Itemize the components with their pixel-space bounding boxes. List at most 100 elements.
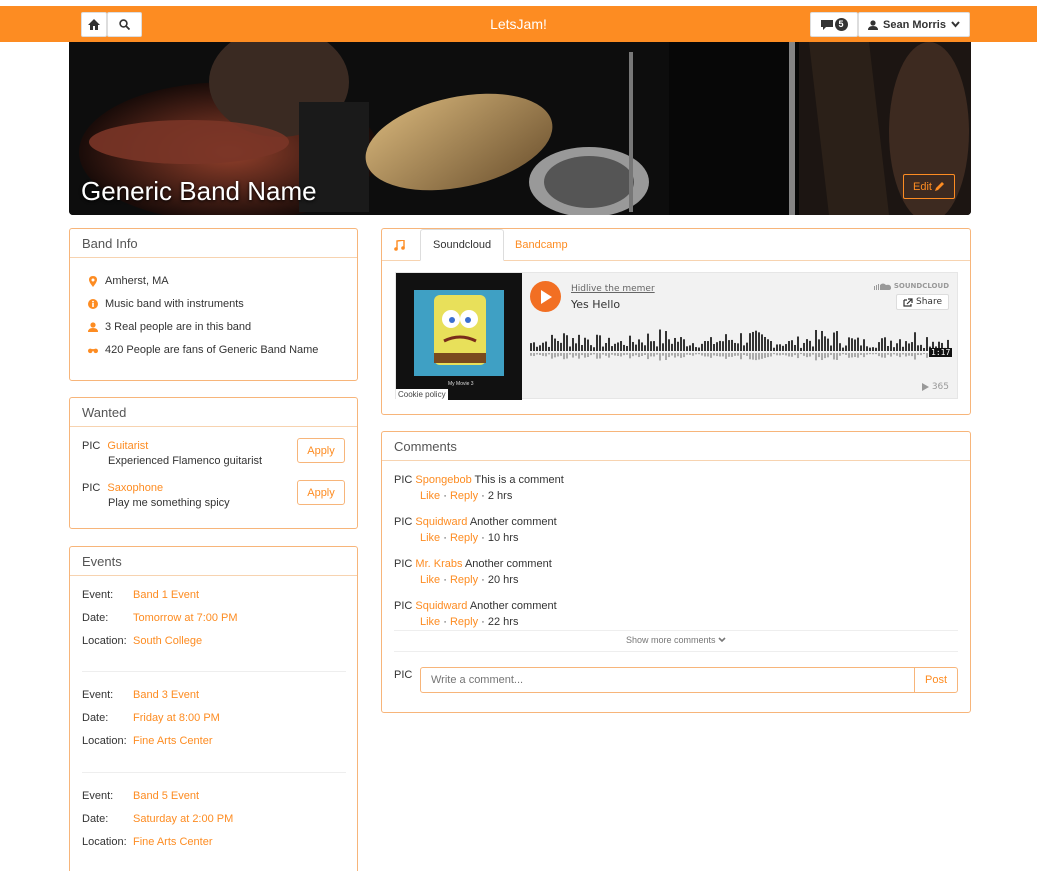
messages-badge: 5 bbox=[834, 18, 848, 31]
like-link[interactable]: Like bbox=[420, 532, 440, 544]
date-label: Date: bbox=[82, 712, 109, 724]
wanted-role-link[interactable]: Guitarist bbox=[107, 440, 148, 452]
reply-link[interactable]: Reply bbox=[450, 616, 478, 628]
waveform-bar bbox=[770, 341, 772, 351]
waveform-bar-reflection bbox=[560, 353, 562, 356]
waveform-bar bbox=[857, 337, 859, 351]
waveform-bar-reflection bbox=[833, 353, 835, 360]
band-cover-photo: Generic Band Name Edit bbox=[69, 42, 971, 215]
wanted-role-link[interactable]: Saxophone bbox=[107, 482, 163, 494]
waveform-bar-reflection bbox=[701, 353, 703, 356]
band-member-count-text: 3 Real people are in this band bbox=[105, 321, 252, 333]
chat-icon bbox=[820, 19, 833, 30]
messages-button[interactable]: 5 bbox=[810, 12, 858, 37]
share-label: Share bbox=[916, 297, 942, 307]
waveform-bar-reflection bbox=[755, 353, 757, 361]
tab-soundcloud[interactable]: Soundcloud bbox=[420, 229, 505, 261]
waveform-bar-reflection bbox=[554, 353, 556, 358]
waveform-bar-reflection bbox=[827, 353, 829, 358]
event-label: Event: bbox=[82, 790, 114, 802]
event-date-link[interactable]: Tomorrow at 7:00 PM bbox=[133, 612, 238, 624]
comment-author-link[interactable]: Squidward bbox=[415, 516, 467, 528]
waveform-bar bbox=[923, 347, 925, 351]
waveform-bar bbox=[779, 344, 781, 351]
comment-author-link[interactable]: Squidward bbox=[415, 600, 467, 612]
waveform-bar bbox=[692, 343, 694, 351]
event-name-link[interactable]: Band 5 Event bbox=[133, 790, 199, 802]
apply-button[interactable]: Apply bbox=[297, 438, 345, 463]
waveform-bar-reflection bbox=[533, 353, 535, 357]
like-link[interactable]: Like bbox=[420, 616, 440, 628]
events-panel: Events Event: Band 1 Event Date: Tomorrow … bbox=[69, 546, 358, 871]
play-count-value: 365 bbox=[931, 382, 949, 392]
like-link[interactable]: Like bbox=[420, 490, 440, 502]
comment-author-link[interactable]: Mr. Krabs bbox=[415, 558, 462, 570]
comment-input[interactable] bbox=[421, 668, 915, 692]
show-more-comments-button[interactable]: Show more comments bbox=[382, 635, 970, 645]
comment-pic: PIC bbox=[394, 558, 413, 570]
soundcloud-player: My Movie 3 Cookie policy Hidlive the mem… bbox=[395, 272, 958, 400]
show-more-label: Show more comments bbox=[625, 635, 716, 645]
comment-input-group: Post bbox=[420, 667, 958, 693]
waveform-bar bbox=[833, 332, 835, 351]
like-link[interactable]: Like bbox=[420, 574, 440, 586]
event-location-link[interactable]: Fine Arts Center bbox=[133, 836, 212, 848]
waveform-bar bbox=[647, 333, 649, 351]
cookie-policy-link[interactable]: Cookie policy bbox=[396, 389, 448, 400]
waveform-bar bbox=[815, 329, 817, 351]
waveform-bar bbox=[635, 344, 637, 351]
waveform-bar bbox=[674, 337, 676, 351]
comment-item: PIC Squidward Another comment Like · Rep… bbox=[394, 516, 557, 544]
band-fan-count-text: 420 People are fans of Generic Band Name bbox=[105, 344, 319, 356]
waveform-bar-reflection bbox=[920, 353, 922, 356]
waveform-bar bbox=[587, 339, 589, 351]
pencil-icon bbox=[934, 182, 944, 191]
waveform-bar bbox=[764, 336, 766, 351]
waveform-bar bbox=[713, 344, 715, 351]
post-button[interactable]: Post bbox=[914, 668, 957, 692]
reply-link[interactable]: Reply bbox=[450, 490, 478, 502]
waveform-bar bbox=[830, 345, 832, 351]
waveform-bar bbox=[899, 339, 901, 351]
waveform-bar-reflection bbox=[596, 353, 598, 359]
waveform[interactable] bbox=[530, 325, 950, 369]
waveform-bar bbox=[653, 341, 655, 351]
waveform-bar-reflection bbox=[761, 353, 763, 359]
waveform-bar bbox=[782, 345, 784, 351]
waveform-bar bbox=[554, 338, 556, 351]
reply-link[interactable]: Reply bbox=[450, 532, 478, 544]
location-pin-icon bbox=[88, 275, 98, 287]
share-button[interactable]: Share bbox=[896, 294, 949, 310]
waveform-bar-reflection bbox=[671, 353, 673, 356]
waveform-bar-reflection bbox=[692, 353, 694, 356]
reply-link[interactable]: Reply bbox=[450, 574, 478, 586]
play-button[interactable] bbox=[530, 281, 561, 312]
composer-pic: PIC bbox=[394, 669, 413, 681]
track-title: Yes Hello bbox=[571, 298, 621, 311]
events-heading: Events bbox=[70, 547, 357, 576]
waveform-bar bbox=[854, 339, 856, 351]
edit-button[interactable]: Edit bbox=[903, 174, 955, 199]
tab-bandcamp[interactable]: Bandcamp bbox=[515, 229, 568, 261]
event-date-row: Date: Saturday at 2:00 PM bbox=[82, 813, 233, 825]
comment-author-link[interactable]: Spongebob bbox=[415, 474, 471, 486]
event-date-link[interactable]: Saturday at 2:00 PM bbox=[133, 813, 233, 825]
waveform-bar-reflection bbox=[749, 353, 751, 360]
event-name-link[interactable]: Band 3 Event bbox=[133, 689, 199, 701]
waveform-bar-reflection bbox=[770, 353, 772, 357]
waveform-bar bbox=[689, 345, 691, 351]
waveform-bar-reflection bbox=[752, 353, 754, 360]
event-location-link[interactable]: Fine Arts Center bbox=[133, 735, 212, 747]
wanted-pic: PIC bbox=[82, 440, 101, 452]
waveform-bar-reflection bbox=[869, 353, 871, 355]
user-menu-button[interactable]: Sean Morris bbox=[858, 12, 970, 37]
waveform-bar-reflection bbox=[680, 353, 682, 358]
event-date-row: Date: Tomorrow at 7:00 PM bbox=[82, 612, 238, 624]
apply-button[interactable]: Apply bbox=[297, 480, 345, 505]
event-name-link[interactable]: Band 1 Event bbox=[133, 589, 199, 601]
waveform-bar-reflection bbox=[641, 353, 643, 356]
track-artist-link[interactable]: Hidlive the memer bbox=[571, 284, 655, 294]
event-location-link[interactable]: South College bbox=[133, 635, 202, 647]
user-icon bbox=[868, 19, 879, 30]
event-date-link[interactable]: Friday at 8:00 PM bbox=[133, 712, 220, 724]
